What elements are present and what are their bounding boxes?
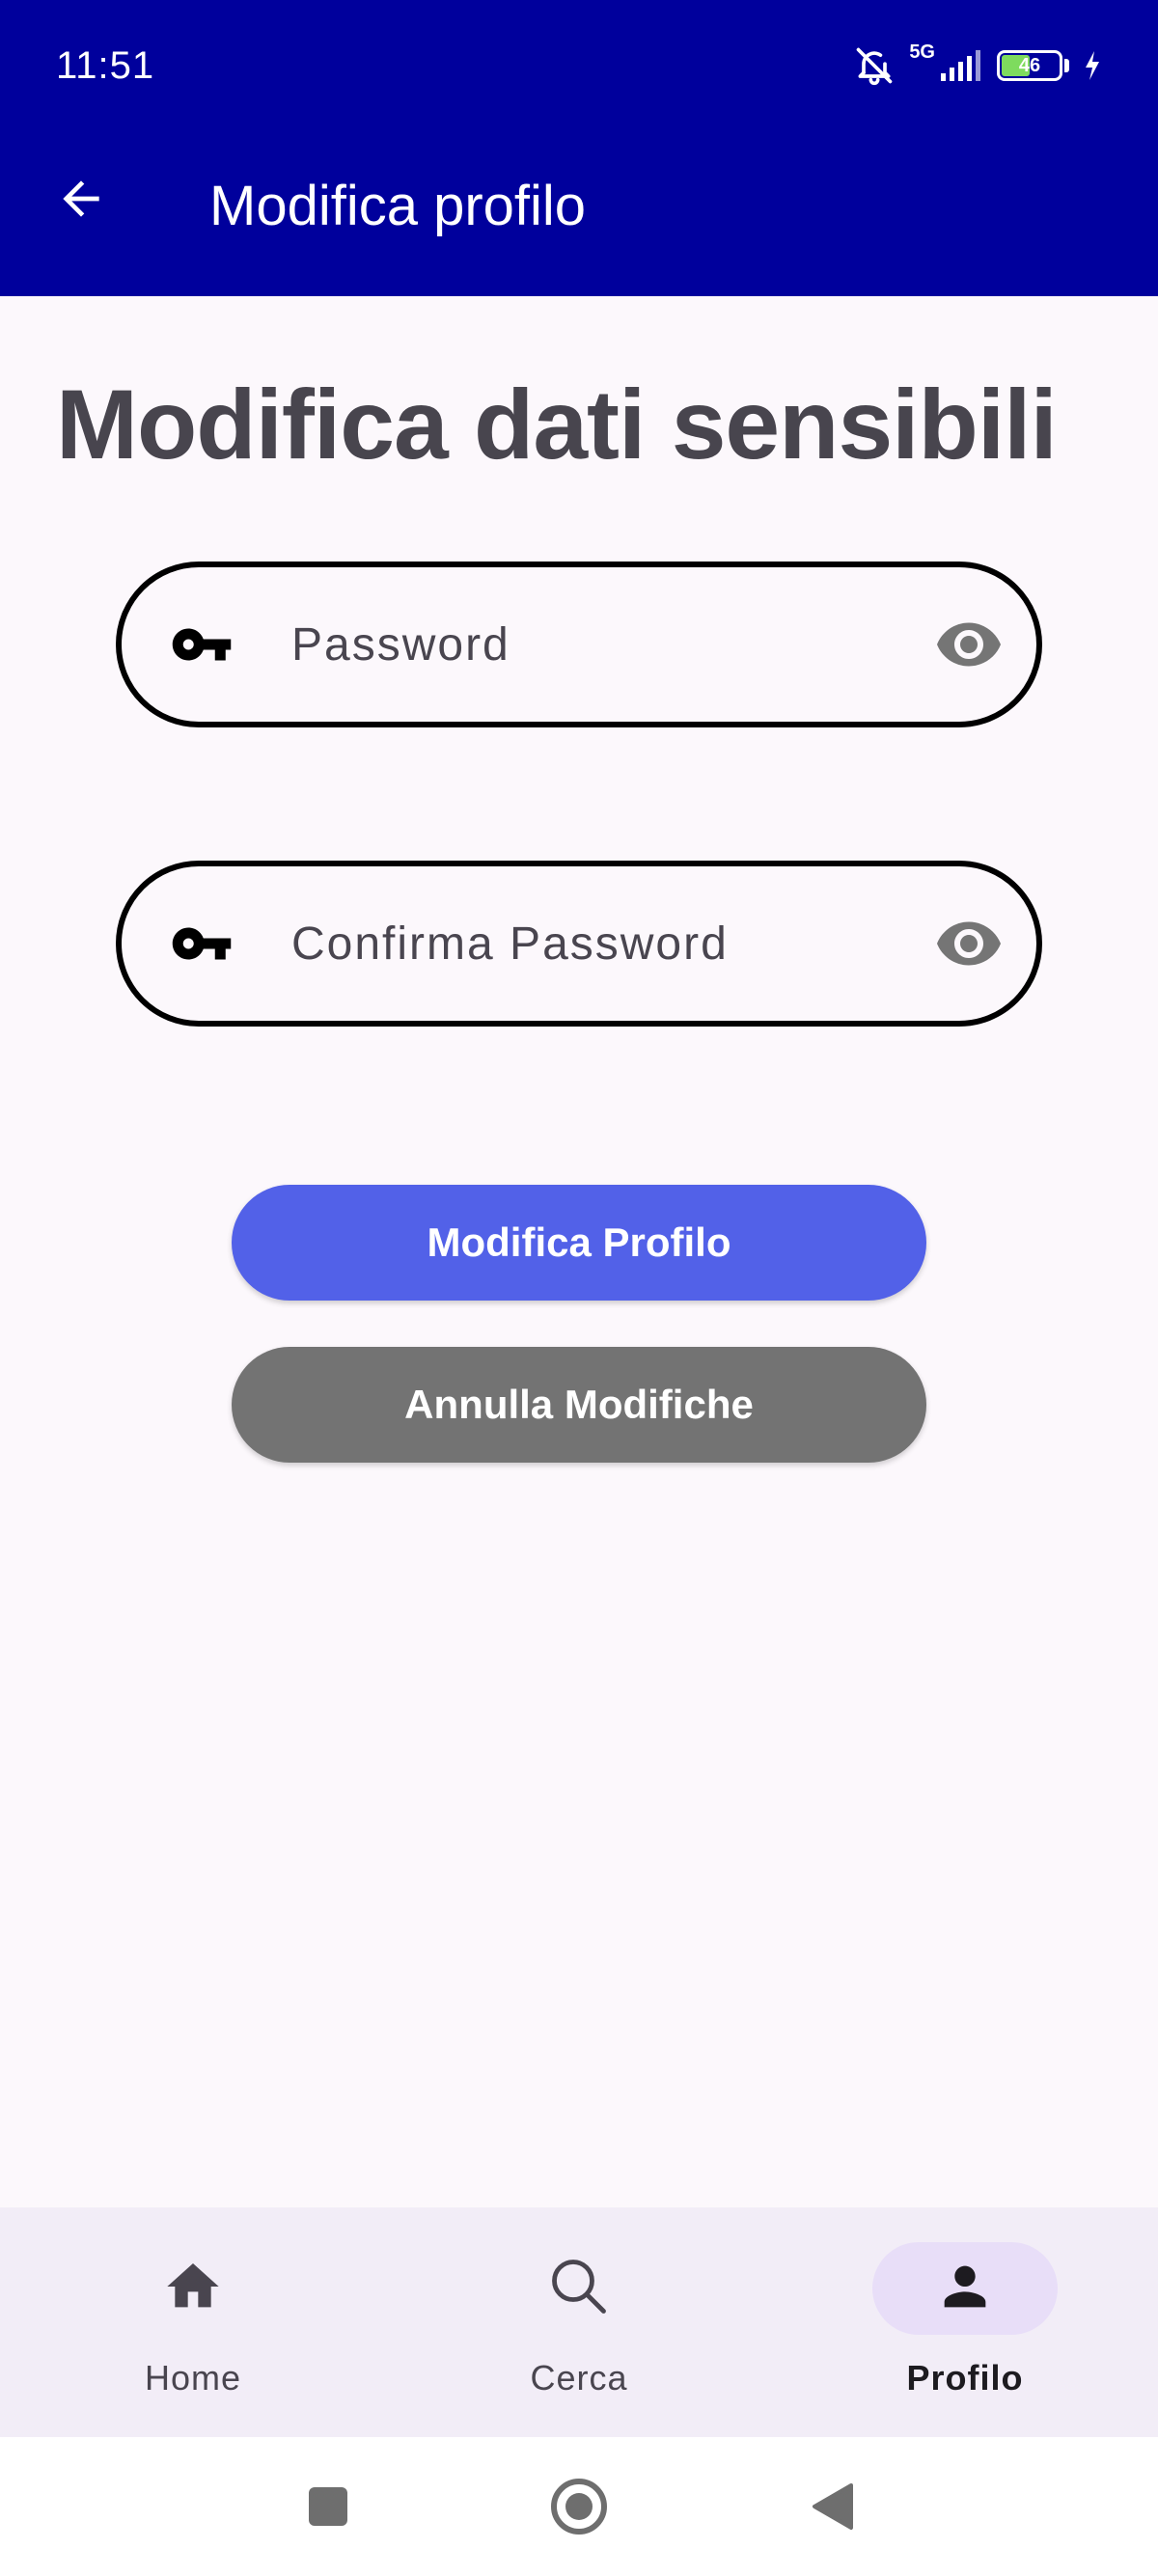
nav-item-home[interactable]: Home <box>0 2207 386 2437</box>
confirm-password-field[interactable] <box>116 861 1042 1027</box>
status-time: 11:51 <box>56 44 155 87</box>
password-input[interactable] <box>290 610 872 679</box>
nav-indicator <box>486 2242 672 2335</box>
charging-icon <box>1083 49 1102 82</box>
bell-off-icon <box>853 44 896 87</box>
status-icons: 5G 46 <box>853 41 1102 89</box>
system-back-button[interactable] <box>801 2478 863 2539</box>
nav-label-cerca: Cerca <box>530 2358 628 2398</box>
back-button[interactable] <box>46 166 116 235</box>
eye-icon[interactable] <box>930 905 1007 982</box>
password-field[interactable] <box>116 562 1042 727</box>
top-app-bar: 11:51 5G 46 Modifica profilo <box>0 0 1158 296</box>
confirm-password-input[interactable] <box>290 909 872 978</box>
system-home-button[interactable] <box>548 2478 610 2539</box>
battery-level: 46 <box>1018 54 1041 76</box>
back-triangle-icon <box>809 2481 855 2536</box>
appbar-title: Modifica profilo <box>209 175 587 237</box>
eye-icon[interactable] <box>930 606 1007 683</box>
battery-cap <box>1064 59 1069 72</box>
modifica-profilo-button[interactable]: Modifica Profilo <box>232 1185 926 1301</box>
arrow-back-icon <box>54 172 108 231</box>
search-icon <box>544 2252 614 2326</box>
system-navigation-bar <box>0 2437 1158 2576</box>
home-icon <box>162 2256 224 2322</box>
nav-label-home: Home <box>144 2358 242 2398</box>
recents-icon <box>307 2485 349 2533</box>
bottom-navigation: Home Cerca Profilo <box>0 2207 1158 2437</box>
nav-label-profilo: Profilo <box>906 2358 1024 2398</box>
nav-item-cerca[interactable]: Cerca <box>386 2207 772 2437</box>
page-heading: Modifica dati sensibili <box>56 370 1058 480</box>
person-icon <box>934 2256 996 2322</box>
signal-icon <box>939 48 983 83</box>
home-circle-icon <box>549 2477 609 2541</box>
nav-indicator <box>100 2242 286 2335</box>
key-icon <box>168 910 235 977</box>
nav-indicator-active <box>872 2242 1058 2335</box>
battery-icon: 46 <box>997 50 1062 81</box>
nav-item-profilo[interactable]: Profilo <box>772 2207 1158 2437</box>
recents-button[interactable] <box>297 2478 359 2539</box>
annulla-modifiche-button[interactable]: Annulla Modifiche <box>232 1347 926 1463</box>
network-type-label: 5G <box>909 41 935 63</box>
key-icon <box>168 611 235 678</box>
